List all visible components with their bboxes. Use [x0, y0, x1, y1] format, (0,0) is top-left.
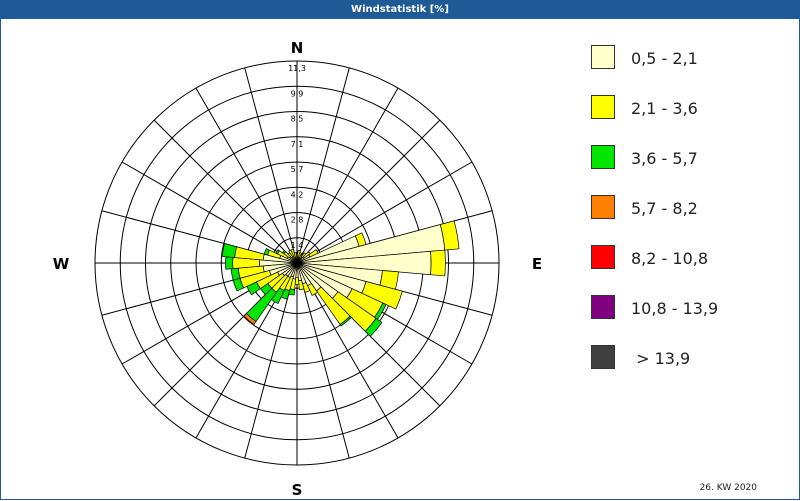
cardinal-w: W — [53, 255, 70, 273]
legend-item: 5,7 - 8,2 — [591, 195, 781, 227]
legend-item: 8,2 - 10,8 — [591, 245, 781, 277]
ring-label: 11,3 — [288, 64, 306, 73]
ring-label: 9,9 — [291, 89, 304, 98]
legend-swatch — [591, 145, 615, 169]
legend-swatch — [591, 95, 615, 119]
legend-label: 3,6 - 5,7 — [631, 149, 698, 168]
chart-window: Windstatistik [%] 1,4 2,8 4,2 5,7 7,1 8,5 9,9 1… — [0, 0, 800, 500]
window-title: Windstatistik [%] — [1, 1, 799, 19]
legend-item: 10,8 - 13,9 — [591, 295, 781, 327]
wind-sector-280-bin-2 — [234, 246, 265, 261]
grid-spoke — [244, 67, 298, 264]
legend-swatch — [591, 245, 615, 269]
legend-item: 0,5 - 2,1 — [591, 45, 781, 77]
legend-label: 0,5 - 2,1 — [631, 49, 698, 68]
legend-swatch — [591, 345, 615, 369]
ring-label: 5,7 — [291, 165, 304, 174]
wind-sector-270-bin-3 — [225, 256, 234, 270]
legend-label: > 13,9 — [631, 349, 691, 368]
grid-spoke — [121, 161, 298, 264]
week-label: 26. KW 2020 — [699, 483, 757, 493]
ring-label: 1,4 — [291, 241, 304, 250]
ring-label: 2,8 — [291, 216, 304, 225]
grid-spoke — [296, 67, 350, 264]
cardinal-e: E — [532, 255, 542, 273]
ring-label: 8,5 — [291, 115, 304, 124]
grid-spoke — [195, 87, 298, 264]
legend-label: 2,1 - 3,6 — [631, 99, 698, 118]
legend-swatch — [591, 295, 615, 319]
legend-label: 5,7 - 8,2 — [631, 199, 698, 218]
wind-sector-90-bin-2 — [430, 249, 446, 277]
legend-swatch — [591, 45, 615, 69]
legend-label: 8,2 - 10,8 — [631, 249, 709, 268]
ring-label: 4,2 — [291, 190, 304, 199]
wind-rose-chart: 1,4 2,8 4,2 5,7 7,1 8,5 9,9 11,3 N E S W — [53, 39, 542, 499]
wind-sector-280-bin-3 — [221, 243, 237, 258]
wind-sector-260-bin-3 — [230, 267, 241, 281]
legend-item: 2,1 - 3,6 — [591, 95, 781, 127]
legend-item: > 13,9 — [591, 345, 781, 377]
grid-spoke — [153, 119, 298, 264]
speed-legend: 0,5 - 2,1 2,1 - 3,6 3,6 - 5,7 5,7 - 8,2 8,2 … — [591, 45, 781, 395]
cardinal-n: N — [291, 39, 304, 57]
legend-label: 10,8 - 13,9 — [631, 299, 719, 318]
ring-label: 7,1 — [291, 140, 304, 149]
legend-swatch — [591, 195, 615, 219]
legend-item: 3,6 - 5,7 — [591, 145, 781, 177]
cardinal-s: S — [292, 481, 303, 499]
grid-spoke — [296, 87, 399, 264]
